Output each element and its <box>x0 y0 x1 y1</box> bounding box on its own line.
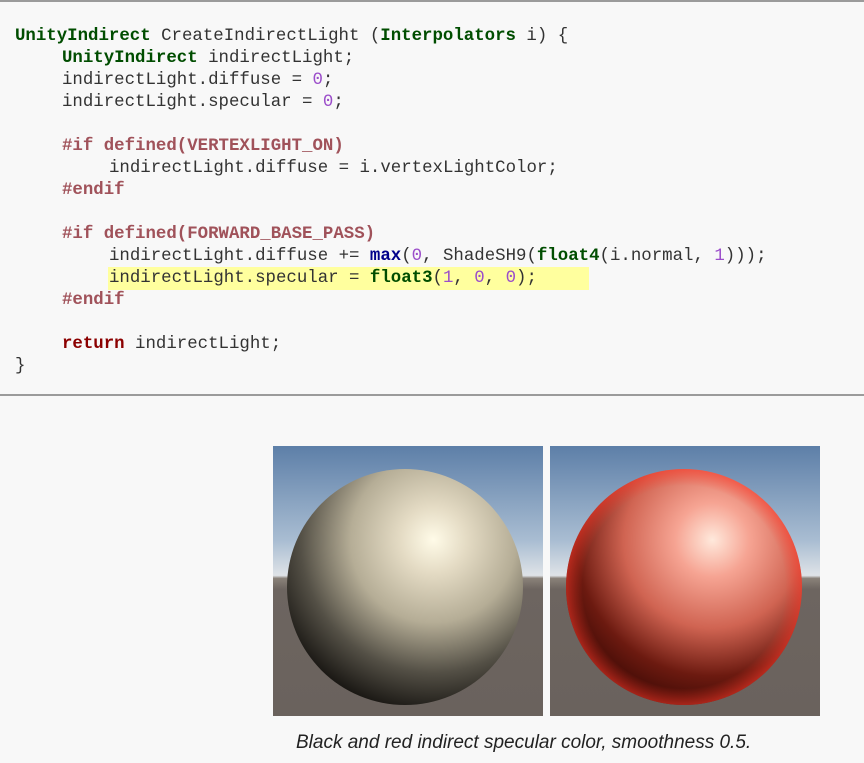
code-token: ( <box>401 247 412 266</box>
code-token: 1 <box>442 269 454 288</box>
code-token: return <box>62 335 125 354</box>
code-token: , <box>453 269 475 288</box>
code-line: #endif <box>62 180 125 202</box>
code-line: #if defined(FORWARD_BASE_PASS) <box>62 224 375 246</box>
code-token: float3 <box>369 269 433 288</box>
code-token: UnityIndirect <box>62 49 198 68</box>
code-line-highlighted: indirectLight.specular = float3(1, 0, 0)… <box>109 268 537 290</box>
code-line: indirectLight.specular = 0; <box>62 92 344 114</box>
code-token: 0 <box>474 269 485 288</box>
code-token: 0 <box>322 93 334 112</box>
code-token: 1 <box>714 247 725 266</box>
code-token: ; <box>322 71 334 90</box>
figure-caption: Black and red indirect specular color, s… <box>296 732 752 753</box>
code-block: UnityIndirect CreateIndirectLight (Inter… <box>0 0 864 396</box>
code-token: indirectLight.diffuse = i.vertexLightCol… <box>109 159 558 178</box>
code-token: #endif <box>62 181 125 200</box>
code-token: indirectLight; <box>124 335 282 354</box>
code-line: #endif <box>62 290 125 312</box>
code-token: , ShadeSH9( <box>422 247 537 266</box>
code-token: 0 <box>411 247 423 266</box>
code-token: indirectLight.diffuse += <box>109 247 370 266</box>
code-token: 0 <box>312 71 323 90</box>
code-line: indirectLight.diffuse = 0; <box>62 70 333 92</box>
code-token: UnityIndirect <box>15 27 151 46</box>
code-line: indirectLight.diffuse += max(0, ShadeSH9… <box>109 246 767 268</box>
code-line: UnityIndirect CreateIndirectLight (Inter… <box>15 26 568 48</box>
code-token: indirectLight.specular = <box>62 93 323 112</box>
code-line: } <box>15 356 25 378</box>
code-token: indirectLight.specular = <box>109 269 370 288</box>
black-specular-sphere <box>287 469 523 705</box>
code-line: UnityIndirect indirectLight; <box>62 48 354 70</box>
figure-black-specular <box>273 446 543 716</box>
code-token: ))); <box>724 247 767 266</box>
code-token: CreateIndirectLight ( <box>150 27 381 46</box>
code-token: max <box>369 247 402 266</box>
code-token: , <box>484 269 506 288</box>
code-line: return indirectLight; <box>62 334 281 356</box>
code-token: Interpolators <box>380 27 516 46</box>
code-line: indirectLight.diffuse = i.vertexLightCol… <box>109 158 558 180</box>
red-rim <box>566 469 802 705</box>
code-token: indirectLight.diffuse = <box>62 71 313 90</box>
code-token: i) { <box>515 27 569 46</box>
code-token: ); <box>516 269 537 288</box>
code-token: indirectLight; <box>197 49 355 68</box>
code-token: (i.normal, <box>599 247 715 266</box>
code-token: #if defined(FORWARD_BASE_PASS) <box>62 225 376 244</box>
red-specular-sphere-image <box>550 446 820 716</box>
figure-red-specular <box>550 446 820 716</box>
code-token: ; <box>333 93 344 112</box>
code-token: #if defined(VERTEXLIGHT_ON) <box>62 137 344 156</box>
code-token: ( <box>432 269 443 288</box>
code-line: #if defined(VERTEXLIGHT_ON) <box>62 136 344 158</box>
code-token: 0 <box>505 269 517 288</box>
code-token: } <box>15 357 26 376</box>
code-token: float4 <box>536 247 600 266</box>
black-specular-sphere-image <box>273 446 543 716</box>
code-token: #endif <box>62 291 125 310</box>
